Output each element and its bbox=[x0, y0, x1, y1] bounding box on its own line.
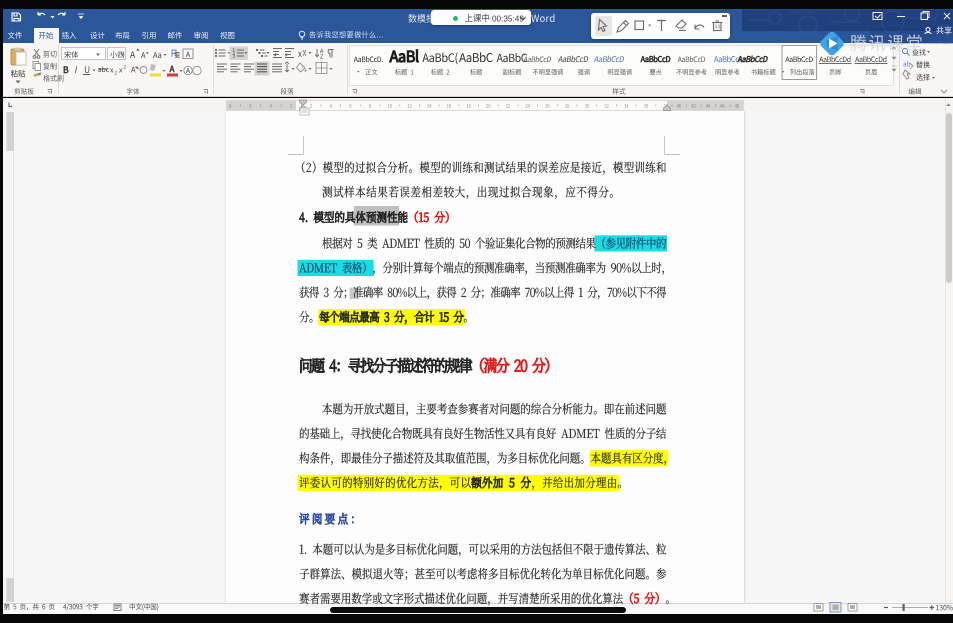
svg-text:00:35:49: 00:35:49 bbox=[492, 14, 524, 23]
